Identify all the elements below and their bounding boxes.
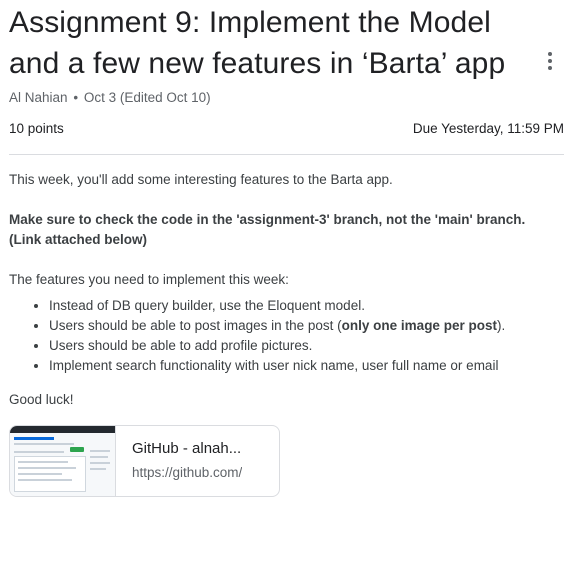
more-options-button[interactable]: [541, 49, 559, 73]
assignment-description: This week, you'll add some interesting f…: [9, 170, 564, 410]
divider: [9, 154, 564, 155]
closing-text: Good luck!: [9, 392, 74, 407]
attachment-title: GitHub - alnah...: [132, 440, 242, 457]
list-item: Implement search functionality with user…: [49, 356, 564, 376]
assignment-meta: Al Nahian • Oct 3 (Edited Oct 10): [9, 89, 564, 107]
attachment-text: GitHub - alnah... https://github.com/: [116, 426, 242, 496]
attachment-url: https://github.com/: [132, 465, 243, 480]
posted-date: Oct 3 (Edited Oct 10): [83, 90, 211, 105]
list-item: Instead of DB query builder, use the Elo…: [49, 296, 564, 316]
assignment-title: Assignment 9: Implement the Model and a …: [9, 6, 506, 80]
meta-separator: •: [73, 90, 79, 105]
due-date: Due Yesterday, 11:59 PM: [412, 121, 564, 136]
more-vert-icon: [548, 52, 552, 56]
github-link-attachment[interactable]: GitHub - alnah... https://github.com/: [9, 425, 280, 497]
branch-note: Make sure to check the code in the 'assi…: [9, 212, 526, 247]
assignment-page: Assignment 9: Implement the Model and a …: [9, 0, 564, 497]
features-intro: The features you need to implement this …: [9, 272, 289, 287]
features-list: Instead of DB query builder, use the Elo…: [9, 296, 564, 376]
attachment-thumbnail: [10, 426, 116, 496]
points-due-row: 10 points Due Yesterday, 11:59 PM: [9, 120, 564, 138]
intro-text: This week, you'll add some interesting f…: [9, 172, 393, 187]
author-name: Al Nahian: [9, 90, 68, 105]
list-item: Users should be able to post images in t…: [49, 316, 564, 336]
points-value: 10 points: [9, 121, 64, 136]
list-item: Users should be able to add profile pict…: [49, 336, 564, 356]
